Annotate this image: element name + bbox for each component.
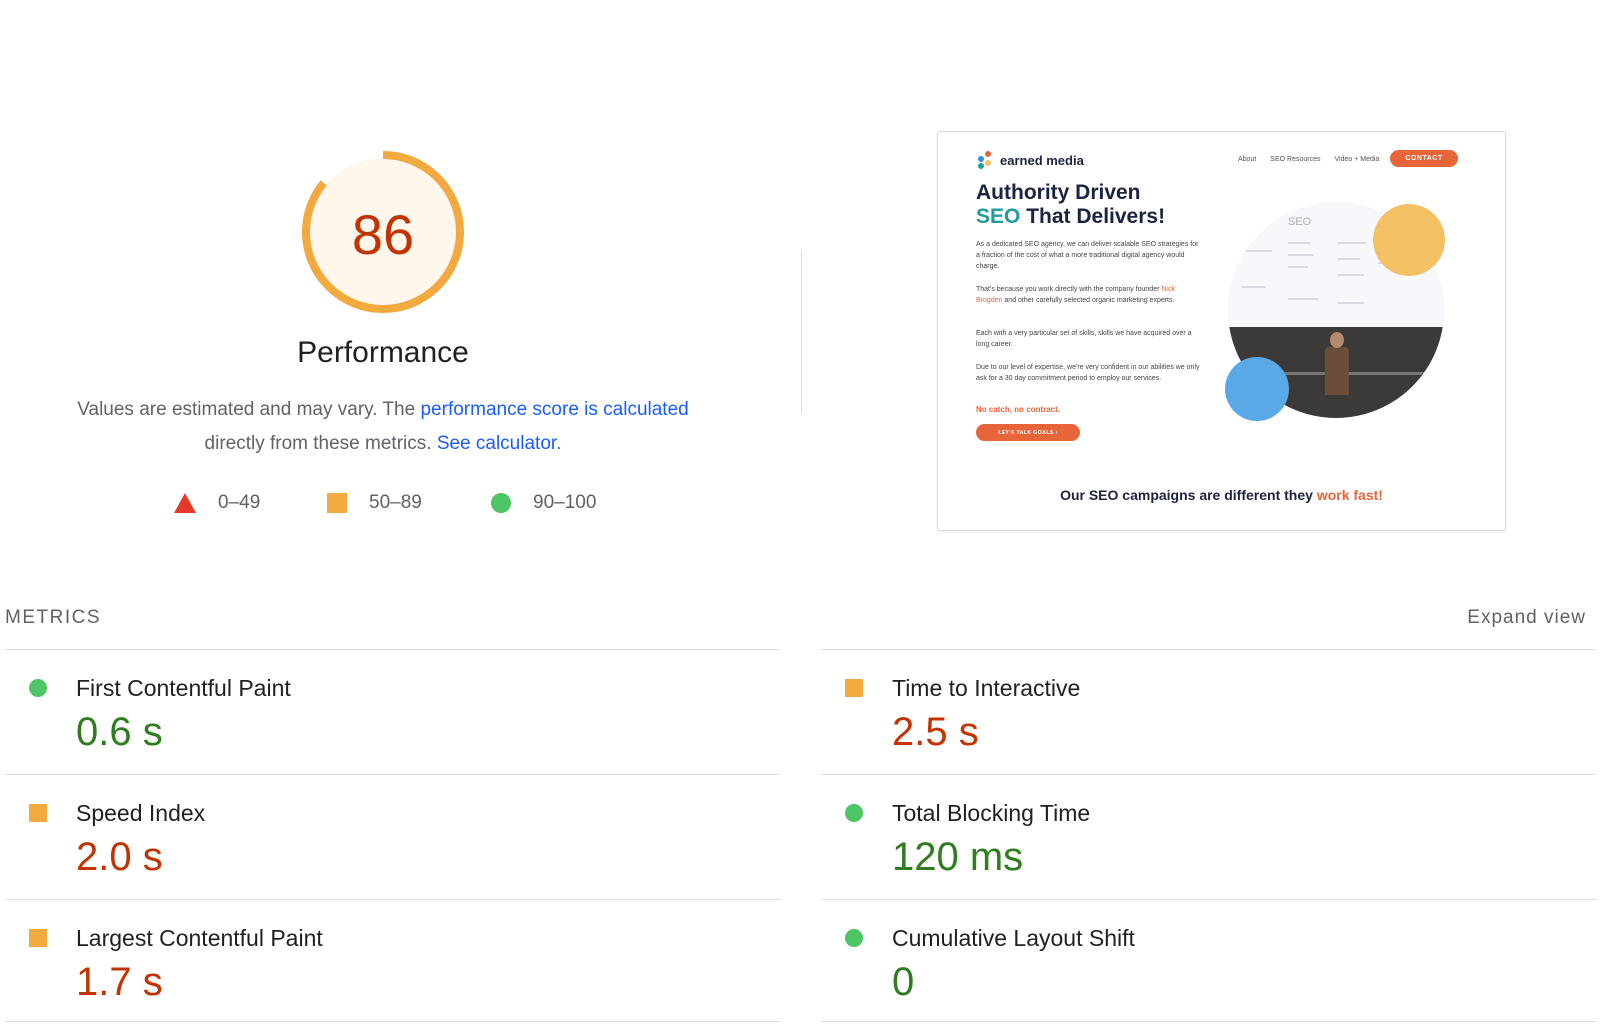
metric-name: Speed Index [76, 800, 206, 826]
metric-time-to-interactive: Time to Interactive 2.5 s [821, 649, 1581, 769]
speaker-figure [1325, 347, 1349, 395]
divider [821, 1021, 1597, 1022]
screen-title: SEO [1288, 216, 1312, 228]
vertical-divider [801, 250, 802, 413]
speaker-head [1330, 332, 1344, 348]
nav-item: About [1238, 156, 1257, 163]
orange-square-icon [29, 929, 47, 947]
metric-largest-contentful-paint: Largest Contentful Paint 1.7 s [5, 899, 765, 1019]
performance-score: 86 [351, 202, 415, 266]
yellow-circle-decoration [1373, 204, 1445, 276]
site-bottom-tagline: Our SEO campaigns are different they wor… [938, 487, 1505, 503]
headline-line-1: Authority Driven [976, 181, 1141, 204]
blue-circle-decoration [1225, 357, 1289, 421]
site-headline: Authority Driven SEO That Delivers! [976, 181, 1165, 229]
score-description: Values are estimated and may vary. The p… [40, 393, 726, 461]
para-text: and other carefully selected organic mar… [1002, 297, 1175, 304]
tagline-text: Our SEO campaigns are different they [1060, 487, 1317, 503]
site-logo: earned media [978, 151, 1084, 169]
site-paragraph: Due to our level of expertise, we're ver… [976, 364, 1200, 382]
site-cta-button: LET'S TALK GOALS › [976, 424, 1080, 441]
metric-name: Largest Contentful Paint [76, 925, 323, 951]
expand-view-toggle[interactable]: Expand view [1467, 607, 1586, 629]
metric-value: 0 [892, 960, 915, 1004]
headline-rest: That Delivers! [1020, 205, 1166, 228]
metric-first-contentful-paint: First Contentful Paint 0.6 s [5, 649, 765, 769]
green-circle-icon [845, 929, 863, 947]
green-circle-icon [845, 804, 863, 822]
no-catch-text: No catch, no contract. [976, 405, 1061, 414]
logo-dots-icon [978, 151, 996, 169]
see-calculator-link[interactable]: See calculator. [437, 433, 562, 454]
metric-value: 2.5 s [892, 710, 979, 754]
site-paragraph: That's because you work directly with th… [976, 284, 1201, 306]
legend-label: 50–89 [369, 492, 422, 513]
divider [5, 1021, 781, 1022]
nav-item: Video + Media [1334, 156, 1380, 163]
legend-label: 90–100 [533, 492, 597, 513]
site-nav: About SEO Resources Video + Media [1238, 156, 1393, 163]
final-screenshot[interactable]: earned media About SEO Resources Video +… [937, 131, 1506, 531]
metric-value: 120 ms [892, 835, 1024, 879]
orange-square-icon [327, 493, 347, 513]
metric-total-blocking-time: Total Blocking Time 120 ms [821, 774, 1581, 894]
performance-gauge: 86 [299, 148, 467, 316]
gauge-title: Performance [297, 336, 469, 369]
metric-name: Cumulative Layout Shift [892, 925, 1135, 951]
performance-score-link[interactable]: performance score is calculated [420, 399, 688, 420]
metric-value: 1.7 s [76, 960, 163, 1004]
headline-teal: SEO [976, 205, 1021, 228]
tagline-highlight: work fast! [1316, 487, 1383, 503]
metric-value: 0.6 s [76, 710, 163, 754]
legend-label: 0–49 [218, 492, 261, 513]
metric-speed-index: Speed Index 2.0 s [5, 774, 765, 894]
para-text: That's because you work directly with th… [976, 286, 1162, 293]
orange-square-icon [29, 804, 47, 822]
metric-name: First Contentful Paint [76, 675, 291, 701]
description-text-2: directly from these metrics. [204, 433, 437, 454]
metric-value: 2.0 s [76, 835, 163, 879]
site-paragraph: Each with a very particular set of skill… [976, 330, 1192, 348]
metric-name: Time to Interactive [892, 675, 1081, 701]
green-circle-icon [29, 679, 47, 697]
legend-item-average: 50–89 [327, 492, 422, 514]
legend-item-fail: 0–49 [174, 492, 260, 514]
legend-item-pass: 90–100 [491, 492, 596, 514]
site-paragraph: As a dedicated SEO agency, we can delive… [976, 241, 1199, 270]
description-text: Values are estimated and may vary. The [77, 399, 421, 420]
metric-name: Total Blocking Time [892, 800, 1091, 826]
metric-cumulative-layout-shift: Cumulative Layout Shift 0 [821, 899, 1581, 1019]
red-triangle-icon [174, 493, 196, 513]
nav-item: SEO Resources [1270, 156, 1321, 163]
logo-text: earned media [1000, 152, 1084, 168]
site-contact-button: CONTACT [1390, 150, 1458, 167]
orange-square-icon [845, 679, 863, 697]
score-legend: 0–49 50–89 90–100 [0, 492, 766, 522]
green-circle-icon [491, 493, 511, 513]
metrics-header: METRICS [5, 607, 101, 628]
